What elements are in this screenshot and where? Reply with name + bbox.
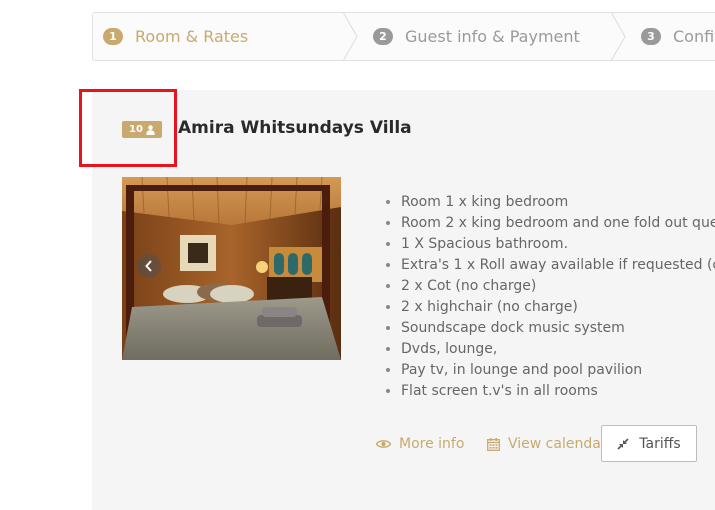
step-number: 2 [373,28,393,45]
more-info-link[interactable]: More info [376,436,464,452]
feature-item: Extra's 1 x Roll away available if reque… [401,255,715,276]
step-room-rates[interactable]: 1 Room & Rates [103,13,248,60]
step-separator-icon [343,13,358,60]
highlight-box [79,89,177,167]
view-calendar-link[interactable]: View calendar [487,436,607,452]
feature-item: 2 x highchair (no charge) [401,297,715,318]
room-title[interactable]: Amira Whitsundays Villa [178,118,412,138]
feature-item: Dvds, lounge, [401,339,715,360]
chevron-left-icon [145,260,152,272]
feature-item: Soundscape dock music system [401,318,715,339]
step-label: Guest info & Payment [405,27,580,46]
more-info-label: More info [399,436,465,452]
compress-icon [617,437,629,450]
step-separator-icon [611,13,626,60]
feature-item: Room 2 x king bedroom and one fold out q… [401,213,715,234]
booking-steps: 1 Room & Rates 2 Guest info & Payment 3 … [92,12,715,61]
eye-icon [376,440,391,448]
step-confirmation[interactable]: 3 Confirmation [641,13,715,60]
step-label: Confirmation [673,27,715,46]
feature-item: 1 X Spacious bathroom. [401,234,715,255]
feature-item: Room 1 x king bedroom [401,192,715,213]
view-calendar-label: View calendar [508,436,607,452]
feature-item: 2 x Cot (no charge) [401,276,715,297]
tariffs-button[interactable]: Tariffs [601,425,697,462]
feature-item: Flat screen t.v's in all rooms [401,381,715,402]
room-features-list: Room 1 x king bedroom Room 2 x king bedr… [384,192,715,402]
step-label: Room & Rates [135,27,249,46]
feature-item: Pay tv, in lounge and pool pavilion [401,360,715,381]
calendar-icon [487,437,500,451]
step-number: 3 [641,28,661,45]
carousel-prev-button[interactable] [137,254,161,278]
step-guest-info[interactable]: 2 Guest info & Payment [373,13,580,60]
step-number: 1 [103,28,123,45]
tariffs-label: Tariffs [639,435,681,452]
